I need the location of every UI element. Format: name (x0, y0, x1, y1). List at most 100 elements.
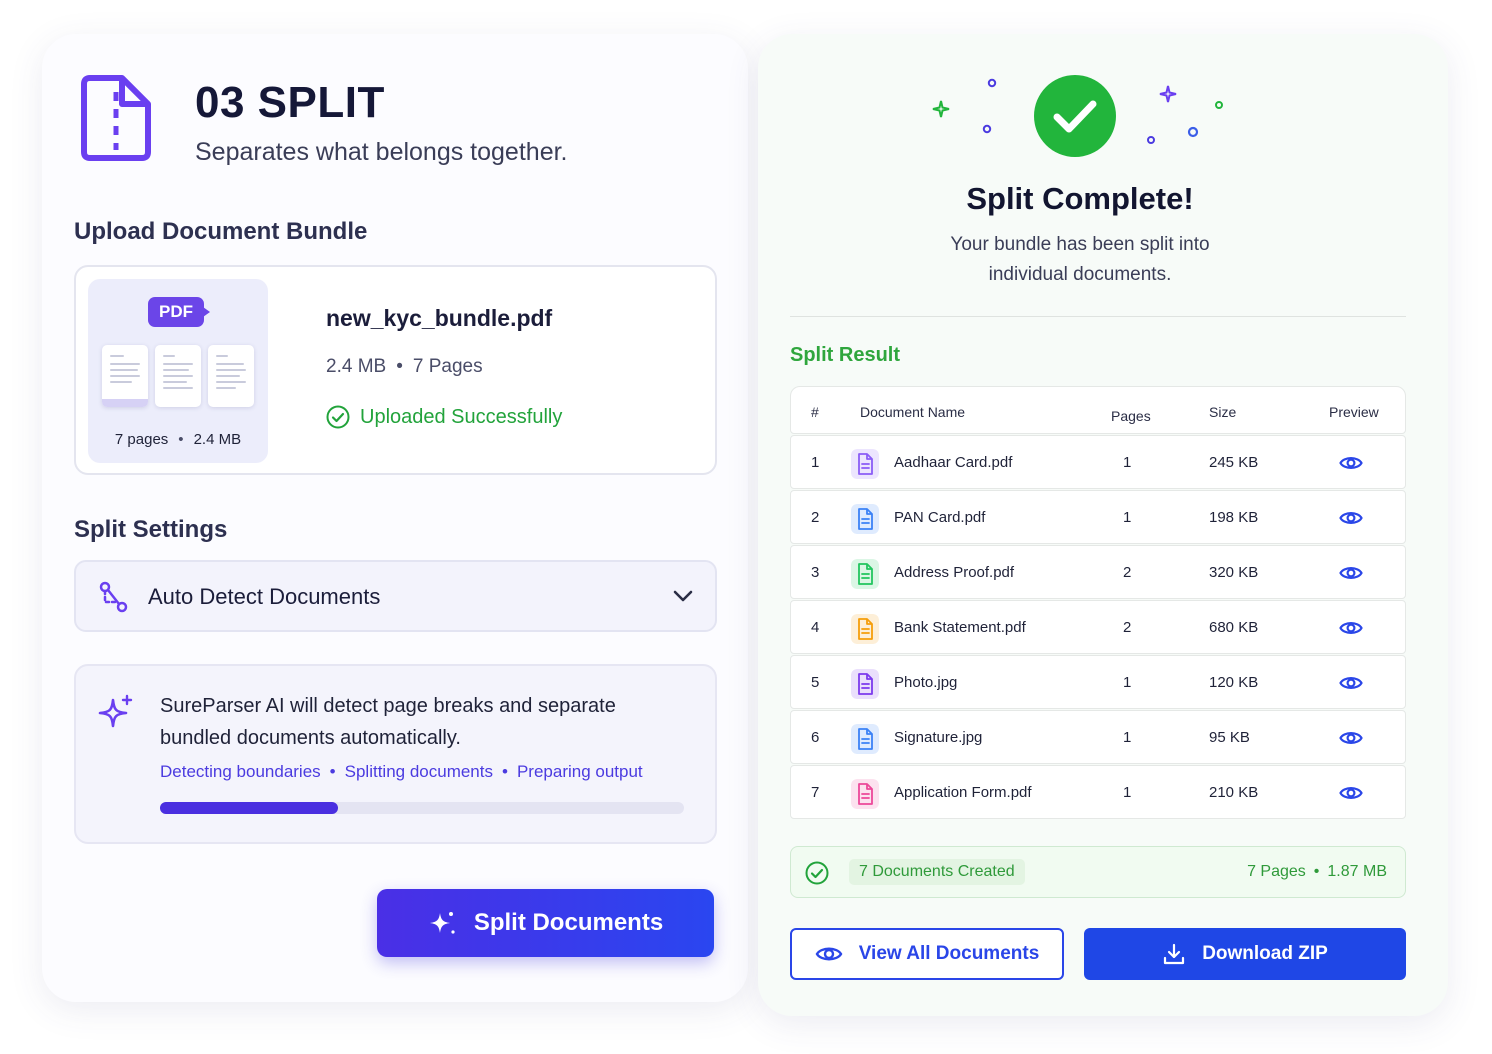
file-icon (851, 614, 879, 644)
preview-eye-icon[interactable] (1339, 674, 1363, 692)
split-card: 03 SPLIT Separates what belongs together… (42, 34, 748, 1002)
step-label: Splitting documents (344, 762, 493, 781)
pdf-badge: PDF (148, 297, 210, 327)
preview-eye-icon[interactable] (1339, 509, 1363, 527)
download-label: Download ZIP (1202, 943, 1328, 964)
divider (790, 316, 1406, 317)
scissors-icon (99, 581, 128, 613)
table-body: 1 Aadhaar Card.pdf 1 245 KB 2 PAN Card.pdf 1 19… (790, 435, 1406, 819)
table-row[interactable]: 5 Photo.jpg 1 120 KB (790, 655, 1406, 709)
document-pages: 1 (1123, 729, 1132, 746)
row-number: 7 (811, 784, 820, 801)
dot-confetti-icon (1147, 136, 1155, 144)
preview-eye-icon[interactable] (1339, 619, 1363, 637)
file-icon (851, 559, 879, 589)
document-pages: 1 (1123, 784, 1132, 801)
view-all-label: View All Documents (858, 943, 1040, 964)
eye-icon (815, 947, 843, 961)
preview-eye-icon[interactable] (1339, 729, 1363, 747)
upload-section-title: Upload Document Bundle (74, 218, 368, 245)
chevron-down-icon[interactable] (671, 586, 695, 606)
page-subtitle: Separates what belongs together. (195, 138, 568, 166)
document-size: 210 KB (1209, 784, 1259, 801)
page-title: 03 SPLIT (195, 78, 385, 127)
file-size: 2.4 MB (326, 356, 387, 377)
table-row[interactable]: 6 Signature.jpg 1 95 KB (790, 710, 1406, 764)
table-row[interactable]: 4 Bank Statement.pdf 2 680 KB (790, 600, 1406, 654)
preview-eye-icon[interactable] (1339, 454, 1363, 472)
header-preview: Preview (1329, 404, 1379, 420)
document-size: 120 KB (1209, 674, 1259, 691)
file-icon (851, 449, 879, 479)
success-check-icon (1034, 75, 1116, 157)
document-pages: 2 (1123, 564, 1132, 581)
split-mode-select[interactable]: Auto Detect Documents (74, 560, 717, 632)
document-name: Signature.jpg (894, 729, 983, 746)
progress-fill (160, 802, 339, 814)
page-thumbnail (208, 345, 254, 407)
sparkle-confetti-icon (932, 100, 950, 118)
ai-info-panel: SureParser AI will detect page breaks an… (74, 664, 717, 844)
document-name: Photo.jpg (894, 674, 958, 691)
row-number: 6 (811, 729, 820, 746)
header-size: Size (1209, 404, 1237, 420)
dot-confetti-icon (982, 124, 992, 134)
ai-description: SureParser AI will detect page breaks an… (160, 695, 616, 749)
table-row[interactable]: 1 Aadhaar Card.pdf 1 245 KB (790, 435, 1406, 489)
file-icon (851, 504, 879, 534)
view-all-documents-button[interactable]: View All Documents (790, 928, 1064, 980)
step-label: Detecting boundaries (160, 762, 321, 781)
file-icon (851, 669, 879, 699)
row-number: 5 (811, 674, 820, 691)
upload-status-label: Uploaded Successfully (360, 405, 563, 428)
document-size: 320 KB (1209, 564, 1259, 581)
result-table: # Document Name Pages Size Preview 1 Aadh… (790, 386, 1406, 819)
preview-eye-icon[interactable] (1339, 784, 1363, 802)
select-value: Auto Detect Documents (148, 584, 381, 609)
complete-title: Split Complete! (966, 181, 1194, 216)
document-size: 95 KB (1209, 729, 1250, 746)
sparkle-icon (429, 912, 455, 934)
dot-confetti-icon (1187, 126, 1199, 138)
settings-section-title: Split Settings (74, 516, 228, 543)
step-label: Preparing output (516, 762, 643, 781)
upload-status: Uploaded Successfully (326, 405, 562, 429)
document-size: 680 KB (1209, 619, 1259, 636)
summary-bar: 7 Documents Created 7 Pages • 1.87 MB (790, 846, 1406, 898)
uploaded-file-card[interactable]: PDF 7 pages • 2.4 MB new_kyc_bundle.pdf 2.… (74, 265, 717, 475)
sparkle-icon (98, 694, 133, 728)
header-num: # (811, 404, 819, 420)
document-name: Bank Statement.pdf (894, 619, 1026, 636)
table-header: # Document Name Pages Size Preview (790, 386, 1406, 434)
split-document-icon (81, 75, 151, 161)
file-meta: 2.4 MB • 7 Pages (326, 356, 483, 377)
document-size: 245 KB (1209, 454, 1259, 471)
split-documents-button[interactable]: Split Documents (377, 889, 714, 957)
table-row[interactable]: 3 Address Proof.pdf 2 320 KB (790, 545, 1406, 599)
header-name: Document Name (860, 404, 966, 420)
split-button-label: Split Documents (473, 909, 664, 936)
page-thumbnail (155, 345, 201, 407)
row-number: 1 (811, 454, 820, 471)
preview-eye-icon[interactable] (1339, 564, 1363, 582)
check-circle-icon (805, 861, 829, 885)
download-zip-button[interactable]: Download ZIP (1084, 928, 1406, 980)
result-section-title: Split Result (790, 344, 901, 366)
document-pages: 1 (1123, 454, 1132, 471)
row-number: 4 (811, 619, 820, 636)
progress-bar (160, 802, 684, 814)
documents-created-badge: 7 Documents Created (849, 859, 1025, 885)
dot-confetti-icon (987, 78, 997, 88)
file-icon (851, 779, 879, 809)
table-row[interactable]: 7 Application Form.pdf 1 210 KB (790, 765, 1406, 819)
document-size: 198 KB (1209, 509, 1259, 526)
complete-subtitle: Your bundle has been split into individu… (950, 234, 1210, 285)
header-pages: Pages (1111, 408, 1151, 424)
file-thumbnail: PDF 7 pages • 2.4 MB (88, 279, 268, 463)
document-pages: 1 (1123, 674, 1132, 691)
download-icon (1164, 943, 1185, 965)
result-card: Split Complete! Your bundle has been spl… (758, 34, 1448, 1016)
ai-steps: Detecting boundaries • Splitting documents… (160, 762, 643, 781)
document-name: Application Form.pdf (894, 784, 1032, 801)
table-row[interactable]: 2 PAN Card.pdf 1 198 KB (790, 490, 1406, 544)
